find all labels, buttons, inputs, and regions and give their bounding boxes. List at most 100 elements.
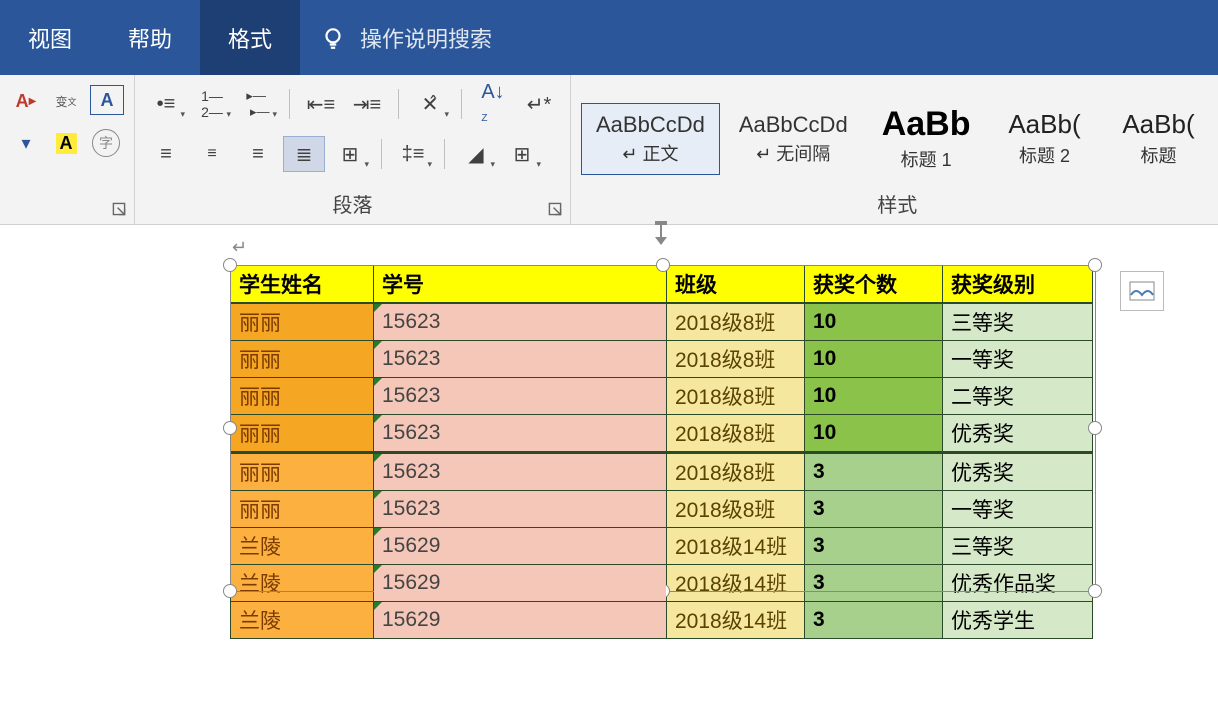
table-cell: 2018级8班 bbox=[667, 415, 805, 453]
tell-me-search[interactable]: 操作说明搜索 bbox=[300, 22, 512, 54]
font-color-button[interactable]: A▶ bbox=[10, 85, 42, 117]
document-area[interactable]: ↵ 学生姓名学号班级获奖个数获奖级别 丽丽156232018级8班10三等奖丽丽… bbox=[0, 225, 1218, 235]
table-cell: 2018级8班 bbox=[667, 303, 805, 341]
tab-format[interactable]: 格式 bbox=[200, 0, 300, 75]
titlebar: 视图 帮助 格式 操作说明搜索 bbox=[0, 0, 1218, 75]
selection-handle[interactable] bbox=[1088, 258, 1102, 272]
table-cell: 15629 bbox=[374, 565, 667, 602]
tab-view[interactable]: 视图 bbox=[0, 0, 100, 75]
line-spacing-button[interactable]: ‡≡ bbox=[392, 136, 434, 172]
style-item-2[interactable]: AaBb标题 1 bbox=[867, 96, 986, 181]
style-item-0[interactable]: AaBbCcDd↵ 正文 bbox=[581, 103, 720, 175]
table-cell: 15623 bbox=[374, 415, 667, 453]
show-marks-button[interactable]: ↵* bbox=[518, 86, 560, 122]
table-cell: 3 bbox=[805, 602, 943, 639]
font-dropdown[interactable]: ▾ bbox=[10, 127, 42, 159]
table-cell: 优秀奖 bbox=[943, 415, 1093, 453]
table-cell: 优秀奖 bbox=[943, 453, 1093, 491]
search-placeholder: 操作说明搜索 bbox=[360, 22, 492, 54]
table-row[interactable]: 丽丽156232018级8班10二等奖 bbox=[231, 378, 1093, 415]
table-row[interactable]: 丽丽156232018级8班3优秀奖 bbox=[231, 453, 1093, 491]
selection-handle[interactable] bbox=[656, 258, 670, 272]
table-row[interactable]: 丽丽156232018级8班10优秀奖 bbox=[231, 415, 1093, 453]
embedded-table-object[interactable]: 学生姓名学号班级获奖个数获奖级别 丽丽156232018级8班10三等奖丽丽15… bbox=[230, 265, 1093, 639]
table-header: 学生姓名 bbox=[231, 266, 374, 304]
style-item-1[interactable]: AaBbCcDd↵ 无间隔 bbox=[724, 103, 863, 175]
table-cell: 一等奖 bbox=[943, 491, 1093, 528]
table-cell: 10 bbox=[805, 303, 943, 341]
selection-handle[interactable] bbox=[223, 421, 237, 435]
table-cell: 兰陵 bbox=[231, 565, 374, 602]
align-left-button[interactable]: ≡ bbox=[145, 136, 187, 172]
style-item-3[interactable]: AaBb(标题 2 bbox=[989, 100, 1099, 177]
table-cell: 10 bbox=[805, 378, 943, 415]
table-cell: 2018级8班 bbox=[667, 378, 805, 415]
table-cell: 丽丽 bbox=[231, 341, 374, 378]
font-group: A▶ 变文 A ▾ A 字 bbox=[0, 75, 135, 224]
table-cell: 15623 bbox=[374, 378, 667, 415]
justify-button[interactable]: ≣ bbox=[283, 136, 325, 172]
table-cell: 15623 bbox=[374, 453, 667, 491]
paragraph-group: •≡ 1—2— ▸— ▸— ⇤≡ ⇥≡ ✕̂ A↓Z ↵* ≡ ≡ ≡ ≣ ⊞ … bbox=[135, 75, 571, 224]
ruler-indent-marker[interactable] bbox=[660, 225, 662, 237]
table-cell: 优秀学生 bbox=[943, 602, 1093, 639]
group-launcher-icon[interactable] bbox=[112, 202, 126, 216]
highlight-button[interactable]: A bbox=[50, 127, 82, 159]
sort-button[interactable]: A↓Z bbox=[472, 86, 514, 122]
table-cell: 三等奖 bbox=[943, 303, 1093, 341]
table-cell: 丽丽 bbox=[231, 303, 374, 341]
selection-handle[interactable] bbox=[223, 258, 237, 272]
tab-help[interactable]: 帮助 bbox=[100, 0, 200, 75]
table-header: 获奖级别 bbox=[943, 266, 1093, 304]
ribbon: A▶ 变文 A ▾ A 字 •≡ 1—2— ▸— ▸— ⇤≡ ⇥≡ ✕̂ A↓Z… bbox=[0, 75, 1218, 225]
table-header: 班级 bbox=[667, 266, 805, 304]
table-row[interactable]: 丽丽156232018级8班10一等奖 bbox=[231, 341, 1093, 378]
table-cell: 2018级8班 bbox=[667, 491, 805, 528]
table-cell: 丽丽 bbox=[231, 378, 374, 415]
table-cell: 15623 bbox=[374, 303, 667, 341]
increase-indent-button[interactable]: ⇥≡ bbox=[346, 86, 388, 122]
asian-layout-button[interactable]: ✕̂ bbox=[409, 86, 451, 122]
table-cell: 2018级8班 bbox=[667, 453, 805, 491]
table-row[interactable]: 丽丽156232018级8班10三等奖 bbox=[231, 303, 1093, 341]
selection-handle[interactable] bbox=[223, 584, 237, 598]
multilevel-list-button[interactable]: ▸— ▸— bbox=[237, 86, 279, 122]
styles-group: AaBbCcDd↵ 正文AaBbCcDd↵ 无间隔AaBb标题 1AaBb(标题… bbox=[571, 75, 1218, 224]
character-border-button[interactable]: A bbox=[90, 85, 124, 115]
table-cell: 2018级8班 bbox=[667, 341, 805, 378]
styles-group-label: 样式 bbox=[571, 189, 1218, 218]
table-row[interactable]: 丽丽156232018级8班3一等奖 bbox=[231, 491, 1093, 528]
numbering-button[interactable]: 1—2— bbox=[191, 86, 233, 122]
table-cell: 10 bbox=[805, 415, 943, 453]
table-cell: 3 bbox=[805, 491, 943, 528]
table-cell: 丽丽 bbox=[231, 491, 374, 528]
table-row[interactable]: 兰陵156292018级14班3优秀作品奖 bbox=[231, 565, 1093, 602]
data-table[interactable]: 学生姓名学号班级获奖个数获奖级别 丽丽156232018级8班10三等奖丽丽15… bbox=[230, 265, 1093, 639]
selection-handle[interactable] bbox=[1088, 584, 1102, 598]
table-cell: 三等奖 bbox=[943, 528, 1093, 565]
style-item-4[interactable]: AaBb(标题 bbox=[1103, 100, 1213, 177]
table-cell: 优秀作品奖 bbox=[943, 565, 1093, 602]
align-right-button[interactable]: ≡ bbox=[237, 136, 279, 172]
table-header: 学号 bbox=[374, 266, 667, 304]
decrease-indent-button[interactable]: ⇤≡ bbox=[300, 86, 342, 122]
table-cell: 3 bbox=[805, 565, 943, 602]
bullets-button[interactable]: •≡ bbox=[145, 86, 187, 122]
paragraph-mark-icon: ↵ bbox=[232, 237, 247, 258]
borders-button[interactable]: ⊞ bbox=[501, 136, 543, 172]
table-row[interactable]: 兰陵156292018级14班3三等奖 bbox=[231, 528, 1093, 565]
group-launcher-icon[interactable] bbox=[548, 202, 562, 216]
selection-handle[interactable] bbox=[1088, 421, 1102, 435]
phonetic-guide-button[interactable]: 变文 bbox=[50, 85, 82, 117]
table-cell: 兰陵 bbox=[231, 528, 374, 565]
distribute-button[interactable]: ⊞ bbox=[329, 136, 371, 172]
table-row[interactable]: 兰陵156292018级14班3优秀学生 bbox=[231, 602, 1093, 639]
table-cell: 15623 bbox=[374, 341, 667, 378]
paragraph-group-label: 段落 bbox=[135, 189, 570, 218]
table-cell: 15623 bbox=[374, 491, 667, 528]
align-center-button[interactable]: ≡ bbox=[191, 136, 233, 172]
shading-button[interactable]: ◢ bbox=[455, 136, 497, 172]
enclose-characters-button[interactable]: 字 bbox=[90, 127, 122, 159]
table-cell: 2018级14班 bbox=[667, 602, 805, 639]
layout-options-button[interactable] bbox=[1120, 271, 1164, 311]
